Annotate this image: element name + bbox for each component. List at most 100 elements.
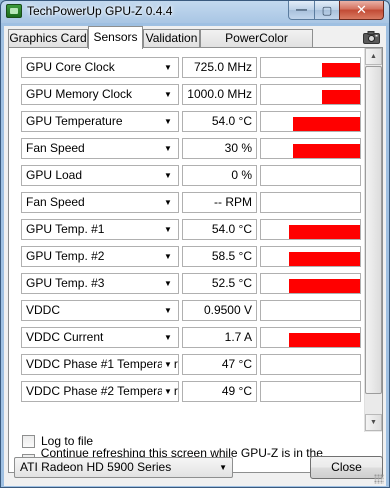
sensor-value: -- RPM [182,192,257,213]
sensor-name: VDDC Current [26,330,104,344]
sensor-row: GPU Temperature ▼ 54.0 °C [15,108,361,135]
sensor-name-dropdown[interactable]: VDDC Current ▼ [21,327,179,348]
sensor-value: 0.9500 V [182,300,257,321]
close-window-button[interactable]: ✕ [339,1,384,20]
sensor-name-dropdown[interactable]: Fan Speed ▼ [21,138,179,159]
sensor-name-dropdown[interactable]: VDDC Phase #1 Temperature ▼ [21,354,179,375]
sensor-row: VDDC Current ▼ 1.7 A [15,324,361,351]
sensor-name: Fan Speed [26,141,85,155]
sensor-row: GPU Memory Clock ▼ 1000.0 MHz [15,81,361,108]
sensor-value: 54.0 °C [182,219,257,240]
sensor-name-dropdown[interactable]: VDDC Phase #2 Temperature ▼ [21,381,179,402]
sensor-row: GPU Temp. #3 ▼ 52.5 °C [15,270,361,297]
sensor-graph-bar [322,63,360,77]
gpu-select[interactable]: ATI Radeon HD 5900 Series ▼ [14,457,233,478]
sensor-name-dropdown[interactable]: GPU Temp. #1 ▼ [21,219,179,240]
chevron-down-icon: ▼ [162,301,174,320]
sensor-row: VDDC ▼ 0.9500 V [15,297,361,324]
sensor-name: GPU Temperature [26,114,123,128]
chevron-down-icon: ▼ [162,85,174,104]
sensor-name-dropdown[interactable]: Fan Speed ▼ [21,192,179,213]
sensor-graph-bar [293,117,360,131]
sensor-graph-bar [289,279,360,293]
sensor-value: 52.5 °C [182,273,257,294]
tab-validation[interactable]: Validation [143,29,200,48]
scroll-down-icon[interactable]: ▼ [365,414,382,431]
chevron-down-icon: ▼ [162,328,174,347]
close-button[interactable]: Close [310,456,383,479]
sensor-name: GPU Temp. #1 [26,222,105,236]
sensor-name: Fan Speed [26,195,85,209]
sensor-row: GPU Load ▼ 0 % [15,162,361,189]
sensor-value: 54.0 °C [182,111,257,132]
sensor-graph [260,273,361,294]
sensor-graph [260,300,361,321]
sensor-list: GPU Core Clock ▼ 725.0 MHz GPU Memory Clock… [15,54,361,430]
resize-grip-icon[interactable] [374,474,384,484]
app-icon [6,4,22,18]
sensor-name-dropdown[interactable]: GPU Temp. #2 ▼ [21,246,179,267]
scroll-thumb[interactable] [365,66,382,394]
minimize-button[interactable]: — [288,1,315,20]
chevron-down-icon: ▼ [162,220,174,239]
sensor-row: VDDC Phase #2 Temperature ▼ 49 °C [15,378,361,405]
window-title: TechPowerUp GPU-Z 0.4.4 [27,4,173,18]
chevron-down-icon: ▼ [162,58,174,77]
sensor-name: VDDC Phase #2 Temperature [26,384,179,398]
sensor-row: Fan Speed ▼ -- RPM [15,189,361,216]
sensor-name-dropdown[interactable]: GPU Core Clock ▼ [21,57,179,78]
chevron-down-icon: ▼ [162,382,174,401]
sensor-name: GPU Core Clock [26,60,115,74]
log-to-file-checkbox[interactable] [22,434,35,448]
sensor-name: GPU Load [26,168,83,182]
sensor-graph [260,246,361,267]
sensor-value: 725.0 MHz [182,57,257,78]
sensor-name-dropdown[interactable]: GPU Memory Clock ▼ [21,84,179,105]
sensor-graph-bar [289,225,360,239]
sensor-row: GPU Temp. #1 ▼ 54.0 °C [15,216,361,243]
chevron-down-icon: ▼ [162,355,174,374]
sensor-row: VDDC Phase #1 Temperature ▼ 47 °C [15,351,361,378]
sensor-graph-bar [322,90,360,104]
sensor-row: GPU Temp. #2 ▼ 58.5 °C [15,243,361,270]
sensor-graph-bar [289,252,360,266]
sensor-graph [260,327,361,348]
sensor-graph [260,84,361,105]
camera-icon[interactable] [360,29,382,45]
tab-sensors[interactable]: Sensors [88,26,143,49]
sensor-graph [260,57,361,78]
sensor-graph [260,192,361,213]
sensors-page: GPU Core Clock ▼ 725.0 MHz GPU Memory Clock… [8,47,383,474]
chevron-down-icon: ▼ [162,193,174,212]
scroll-up-icon[interactable]: ▲ [365,48,382,65]
vertical-scrollbar[interactable]: ▲ ▼ [364,48,382,432]
sensor-name-dropdown[interactable]: VDDC ▼ [21,300,179,321]
tab-graphics-card[interactable]: Graphics Card [8,29,88,48]
gpuz-window: TechPowerUp GPU-Z 0.4.4 — ▢ ✕ Graphics C… [0,0,390,488]
sensor-value: 1000.0 MHz [182,84,257,105]
main-panel: Graphics Card Sensors Validation PowerCo… [4,26,386,486]
sensor-name: GPU Memory Clock [26,87,133,101]
chevron-down-icon: ▼ [162,274,174,293]
maximize-button[interactable]: ▢ [314,1,340,20]
sensor-value: 30 % [182,138,257,159]
gpu-select-value: ATI Radeon HD 5900 Series [20,460,172,474]
sensor-graph [260,381,361,402]
sensor-name: GPU Temp. #3 [26,276,105,290]
sensor-graph [260,219,361,240]
sensor-name: VDDC Phase #1 Temperature [26,357,179,371]
sensor-graph [260,165,361,186]
sensor-name: GPU Temp. #2 [26,249,105,263]
chevron-down-icon: ▼ [162,112,174,131]
sensor-graph-bar [293,144,360,158]
sensor-value: 49 °C [182,381,257,402]
tab-powercolor-giveaway[interactable]: PowerColor Giveaway [200,29,313,62]
title-bar[interactable]: TechPowerUp GPU-Z 0.4.4 — ▢ ✕ [1,1,389,23]
sensor-name-dropdown[interactable]: GPU Temp. #3 ▼ [21,273,179,294]
chevron-down-icon: ▼ [219,463,227,472]
chevron-down-icon: ▼ [162,139,174,158]
sensor-value: 58.5 °C [182,246,257,267]
chevron-down-icon: ▼ [162,247,174,266]
sensor-name-dropdown[interactable]: GPU Temperature ▼ [21,111,179,132]
sensor-name-dropdown[interactable]: GPU Load ▼ [21,165,179,186]
